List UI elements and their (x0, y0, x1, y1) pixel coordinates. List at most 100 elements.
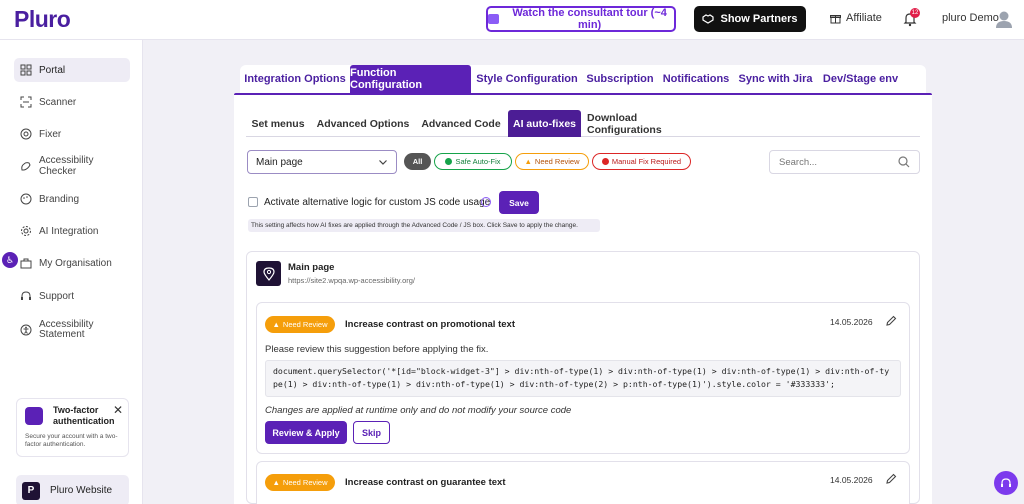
sidebar-item-label: Accessibility Checker (39, 155, 94, 177)
tab-sync-with-jira[interactable]: Sync with Jira (737, 65, 814, 93)
sidebar-item-branding[interactable]: Branding (14, 187, 130, 211)
checker-icon (21, 162, 31, 171)
sidebar-item-label: AI Integration (39, 225, 99, 237)
fix-description: Please review this suggestion before app… (265, 344, 489, 355)
pencil-icon[interactable] (885, 473, 897, 485)
need-review-badge: ▲ Need Review (265, 316, 335, 333)
gift-icon (830, 14, 841, 23)
pluro-website-logo: P (22, 481, 40, 500)
consultant-tour-button[interactable]: Watch the consultant tour (~4 min) (486, 6, 676, 32)
scan-icon (20, 96, 32, 108)
chip-label: Need Review (534, 157, 580, 166)
close-icon[interactable]: ✕ (113, 403, 123, 417)
sidebar-item-scanner[interactable]: Scanner (14, 90, 130, 114)
accessibility-icon (20, 324, 32, 336)
tour-button-label: Watch the consultant tour (~4 min) (512, 7, 667, 31)
top-bar: Pluro Watch the consultant tour (~4 min)… (0, 0, 1024, 40)
sidebar-item-ai-integration[interactable]: AI Integration (14, 219, 130, 243)
sidebar-item-label: Support (39, 290, 75, 302)
fix-date: 14.05.2026 (830, 317, 873, 327)
alt-logic-checkbox[interactable] (248, 197, 258, 207)
location-pin-icon (256, 261, 281, 286)
site-name: Main page (288, 262, 335, 273)
tab-dev-stage-env[interactable]: Dev/Stage env (821, 65, 900, 93)
fix-title: Increase contrast on guarantee text (345, 477, 506, 488)
sidebar-item-label: Portal (39, 64, 66, 76)
subtab-advanced-options[interactable]: Advanced Options (316, 110, 410, 137)
two-factor-description: Secure your account with a two-factor au… (25, 433, 118, 448)
fix-code: document.querySelector('*[id="block-widg… (265, 360, 901, 397)
subtab-advanced-code[interactable]: Advanced Code (419, 110, 503, 137)
tab-notifications[interactable]: Notifications (661, 65, 731, 93)
sidebar-item-label: Fixer (39, 128, 62, 140)
site-url: https://site2.wpqa.wp-accessibility.org/ (288, 276, 415, 285)
warning-icon: ▲ (524, 157, 532, 166)
sidebar-item-label: Scanner (39, 96, 77, 108)
chip-label: Manual Fix Required (611, 157, 682, 166)
main-tabs: Integration Options Function Configurati… (240, 65, 926, 93)
grid-icon (20, 64, 32, 76)
fix-title: Increase contrast on promotional text (345, 319, 515, 330)
pencil-icon[interactable] (885, 315, 897, 327)
tab-style-configuration[interactable]: Style Configuration (476, 65, 578, 93)
chip-label: Safe Auto-Fix (455, 157, 501, 166)
video-icon (488, 14, 500, 24)
show-partners-button[interactable]: Show Partners (694, 6, 806, 32)
notification-badge: 12 (910, 8, 920, 18)
page-select-value: Main page (256, 156, 303, 168)
filter-chip-need-review[interactable]: ▲ Need Review (515, 153, 589, 170)
help-chat-button[interactable] (994, 471, 1018, 495)
pluro-logo[interactable]: Pluro (14, 6, 71, 33)
tab-integration-options[interactable]: Integration Options (243, 65, 347, 93)
badge-label: Need Review (282, 320, 328, 329)
subtab-set-menus[interactable]: Set menus (247, 110, 309, 137)
sidebar-item-fixer[interactable]: Fixer (14, 122, 130, 146)
affiliate-label: Affiliate (846, 12, 882, 24)
avatar-icon[interactable] (994, 9, 1014, 29)
review-apply-button[interactable]: Review & Apply (265, 421, 347, 444)
warning-icon: ▲ (272, 320, 280, 329)
key-icon (25, 407, 43, 425)
accessibility-widget-button[interactable]: ♿ (2, 252, 18, 268)
two-factor-card: Two-factor authentication ✕ Secure your … (16, 398, 129, 457)
handshake-icon (702, 14, 715, 24)
need-review-badge: ▲ Need Review (265, 474, 335, 491)
tab-subscription[interactable]: Subscription (585, 65, 655, 93)
page-select[interactable]: Main page (247, 150, 397, 174)
sidebar-item-label: My Organisation (39, 257, 112, 269)
user-name[interactable]: pluro Demo (942, 12, 999, 24)
badge-label: Need Review (282, 478, 328, 487)
subtab-download-configurations[interactable]: Download Configurations (587, 110, 714, 137)
sidebar-item-accessibility-checker[interactable]: Accessibility Checker (14, 154, 130, 178)
sidebar-item-my-organisation[interactable]: My Organisation (14, 251, 130, 275)
fix-note: Changes are applied at runtime only and … (265, 405, 572, 416)
filter-chip-all[interactable]: All (404, 153, 431, 170)
headset-icon (1001, 478, 1011, 487)
briefcase-icon (20, 258, 32, 269)
palette-icon (20, 193, 32, 205)
sidebar-item-label: Accessibility Statement (39, 319, 94, 340)
filter-chip-safe-auto-fix[interactable]: Safe Auto-Fix (434, 153, 512, 170)
subtab-ai-auto-fixes[interactable]: AI auto-fixes (508, 110, 581, 137)
partners-button-label: Show Partners (720, 13, 798, 25)
sidebar-item-support[interactable]: Support (14, 284, 130, 308)
search-icon (898, 156, 910, 168)
sidebar-item-accessibility-statement[interactable]: Accessibility Statement (14, 318, 130, 342)
skip-button[interactable]: Skip (353, 421, 390, 444)
sidebar: Portal Scanner Fixer Accessibility Check… (0, 40, 143, 504)
filter-chip-manual-fix-required[interactable]: Manual Fix Required (592, 153, 691, 170)
warning-icon: ▲ (272, 478, 280, 487)
chevron-down-icon (379, 160, 387, 165)
fixer-icon (20, 128, 32, 140)
fix-date: 14.05.2026 (830, 475, 873, 485)
pluro-website-link[interactable]: P Pluro Website (16, 475, 129, 504)
info-icon[interactable]: i (481, 197, 491, 207)
two-factor-title: Two-factor authentication (53, 405, 115, 426)
alt-logic-label: Activate alternative logic for custom JS… (264, 197, 491, 208)
affiliate-link[interactable]: Affiliate (830, 12, 882, 24)
tab-function-configuration[interactable]: Function Configuration (350, 65, 471, 93)
sidebar-item-portal[interactable]: Portal (14, 58, 130, 82)
headset-icon (21, 291, 31, 300)
sidebar-item-label: Branding (39, 193, 80, 205)
save-button[interactable]: Save (499, 191, 539, 214)
